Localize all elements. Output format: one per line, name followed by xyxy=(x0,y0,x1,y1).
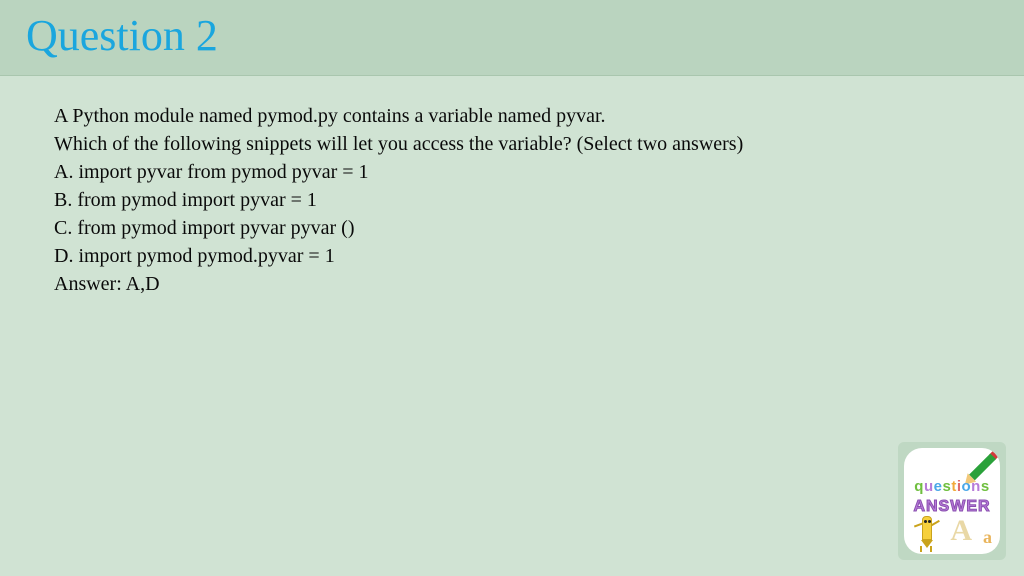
option-b: B. from pymod import pyvar = 1 xyxy=(54,186,970,214)
pencil-mascot-icon xyxy=(912,510,940,550)
answer-line: Answer: A,D xyxy=(54,270,970,298)
slide-title: Question 2 xyxy=(26,10,998,61)
question-prompt-line-2: Which of the following snippets will let… xyxy=(54,130,970,158)
qa-badge-inner: questions ANSWER A a xyxy=(904,448,1000,554)
option-c: C. from pymod import pyvar pyvar () xyxy=(54,214,970,242)
question-prompt-line-1: A Python module named pymod.py contains … xyxy=(54,102,970,130)
option-d: D. import pymod pymod.pyvar = 1 xyxy=(54,242,970,270)
badge-questions-word: questions xyxy=(904,478,1000,495)
letter-a-large-icon: A xyxy=(950,514,972,548)
title-bar: Question 2 xyxy=(0,0,1024,76)
qa-badge: questions ANSWER A a xyxy=(898,442,1006,560)
question-content: A Python module named pymod.py contains … xyxy=(0,76,1024,324)
letter-a-small-icon: a xyxy=(983,527,992,548)
option-a: A. import pyvar from pymod pyvar = 1 xyxy=(54,158,970,186)
